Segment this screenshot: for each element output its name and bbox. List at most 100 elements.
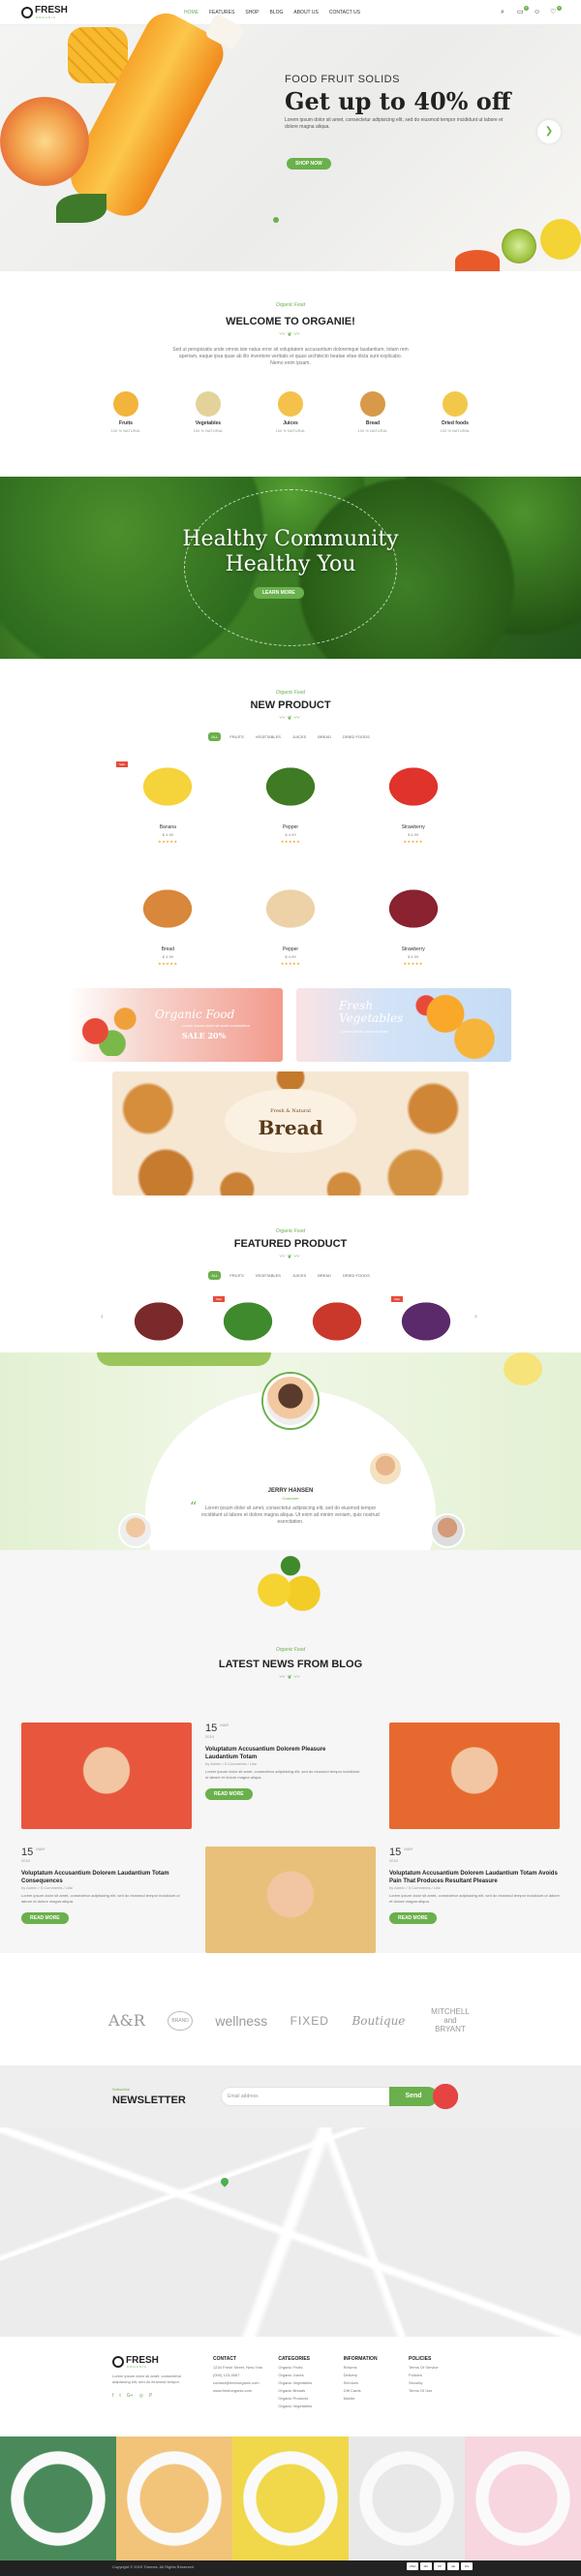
post-title[interactable]: Voluptatum Accusantium Dolorem Laudantiu… [389,1870,560,1885]
tab-dried-foods[interactable]: DRIED FOODS [340,732,373,741]
gallery-image[interactable] [116,2436,232,2560]
tab-fruits[interactable]: FRUITS [227,1271,246,1280]
post-image[interactable] [389,1723,560,1829]
nav-home[interactable]: HOME [180,8,202,17]
footer-link[interactable]: (000) 123-4567 [213,2373,273,2377]
footer-link[interactable]: Mobile [344,2396,404,2401]
product-image[interactable] [137,762,199,811]
tab-fruits[interactable]: FRUITS [227,732,246,741]
product-image[interactable] [382,885,444,933]
post-image[interactable] [205,1847,376,1953]
product-image[interactable] [217,1297,279,1346]
logo-name[interactable]: FRESH [35,6,68,16]
instagram-icon[interactable]: ◎ [139,2393,143,2399]
footer-link[interactable]: Organic Breads [278,2388,338,2393]
gallery-image[interactable] [0,2436,116,2560]
user-icon[interactable]: ☺ [534,9,541,16]
pinterest-icon[interactable]: P [149,2393,152,2399]
product-image[interactable] [382,762,444,811]
product-image[interactable] [137,885,199,933]
email-input[interactable]: Email address [221,2087,391,2106]
product-card[interactable]: Bread $ 4.99 ★★★★★ [107,880,229,988]
footer-link[interactable]: Organic Products [278,2396,338,2401]
product-card[interactable]: Strawberry $ 4.99 ★★★★★ [352,758,474,866]
logo-icon[interactable] [21,7,33,18]
learn-more-button[interactable]: Learn More [254,587,304,599]
search-icon[interactable]: ⌕ [501,9,508,16]
product-image[interactable] [259,885,321,933]
product-name[interactable]: Pepper [229,947,352,952]
next-product-icon[interactable]: › [474,1312,477,1320]
product-image[interactable] [128,1297,190,1346]
brand-logo[interactable]: FIXED [290,2014,329,2028]
nav-contact[interactable]: CONTACT US [325,8,364,17]
footer-link[interactable]: Terms Of Service [409,2365,469,2370]
next-slide-icon[interactable]: ❯ [537,120,561,143]
tab-bread[interactable]: BREAD [315,732,334,741]
brand-logo[interactable]: BRAND [168,2010,193,2031]
facebook-icon[interactable]: f [112,2393,113,2399]
twitter-icon[interactable]: t [119,2393,120,2399]
prev-product-icon[interactable]: ‹ [101,1312,104,1320]
product-image[interactable] [259,762,321,811]
category-item[interactable]: Vegetables 100 % NATURAL [179,391,237,433]
product-image[interactable] [306,1297,368,1346]
footer-link[interactable]: www.freshorganic.com [213,2388,273,2393]
footer-link[interactable]: contact@freshorganic.com [213,2380,273,2385]
footer-link[interactable]: Organic Juices [278,2373,338,2377]
customer-avatar[interactable] [368,1451,403,1486]
footer-link[interactable]: Organic Vegetables [278,2380,338,2385]
nav-blog[interactable]: BLOG [265,8,287,17]
product-card[interactable]: Sale Banana $ 4.99 ★★★★★ [107,758,229,866]
footer-link[interactable]: Organic Fruits [278,2365,338,2370]
tab-bread[interactable]: BREAD [315,1271,334,1280]
customer-avatar[interactable] [118,1513,153,1548]
brand-logo[interactable]: Boutique [352,2014,405,2028]
product-card[interactable]: Pepper $ 4.99 ★★★★★ [229,880,352,988]
footer-link[interactable]: Returns [344,2365,404,2370]
product-name[interactable]: Bread [107,947,229,952]
cart-icon[interactable]: ▭ 0 [517,6,529,16]
nav-about[interactable]: ABOUT US [290,8,321,17]
read-more-button[interactable]: Read more [389,1912,437,1924]
tab-juices[interactable]: JUICES [290,1271,309,1280]
read-more-button[interactable]: Read more [205,1788,253,1800]
brand-logo[interactable]: wellness [215,2013,267,2029]
shop-now-button[interactable]: SHOP NOW [287,158,331,170]
logo-icon[interactable] [112,2356,124,2368]
product-image[interactable] [395,1297,457,1346]
slider-dot[interactable] [273,217,279,223]
wishlist-icon[interactable]: ♡ 0 [550,6,562,16]
brand-logo[interactable]: MITCHELL and BRYANT [428,2007,473,2033]
gallery-image[interactable] [232,2436,349,2560]
read-more-button[interactable]: Read more [21,1912,69,1924]
product-card[interactable]: Strawberry $ 4.99 ★★★★★ [352,880,474,988]
category-item[interactable]: Fruits 100 % NATURAL [97,391,155,433]
footer-link[interactable]: Security [409,2380,469,2385]
nav-shop[interactable]: SHOP [241,8,262,17]
footer-link[interactable]: Policies [409,2373,469,2377]
footer-link[interactable]: Services [344,2380,404,2385]
footer-link[interactable]: Organic Vegetables [278,2404,338,2408]
category-item[interactable]: Juices 100 % NATURAL [261,391,320,433]
tab-vegetables[interactable]: VEGETABLES [253,1271,284,1280]
category-item[interactable]: Dried foods 100 % NATURAL [426,391,484,433]
post-title[interactable]: Voluptatum Accusantium Dolorem Laudantiu… [21,1870,186,1885]
footer-link[interactable]: Gift Cards [344,2388,404,2393]
tab-juices[interactable]: JUICES [290,732,309,741]
product-name[interactable]: Banana [107,824,229,830]
location-map[interactable] [0,2127,581,2337]
product-card[interactable]: Pepper $ 4.99 ★★★★★ [229,758,352,866]
footer-link[interactable]: Delivery [344,2373,404,2377]
product-name[interactable]: Strawberry [352,947,474,952]
post-title[interactable]: Voluptatum Accusantium Dolorem Pleasure … [205,1746,360,1761]
post-image[interactable] [21,1723,192,1829]
google-plus-icon[interactable]: G+ [127,2393,134,2399]
footer-link[interactable]: Terms Of Use [409,2388,469,2393]
gallery-image[interactable] [349,2436,465,2560]
tab-vegetables[interactable]: VEGETABLES [253,732,284,741]
footer-link[interactable]: 1234 Fresh Street, New York [213,2365,273,2370]
customer-avatar[interactable] [430,1513,465,1548]
gallery-image[interactable] [465,2436,581,2560]
tab-all[interactable]: ALL [208,1271,222,1280]
